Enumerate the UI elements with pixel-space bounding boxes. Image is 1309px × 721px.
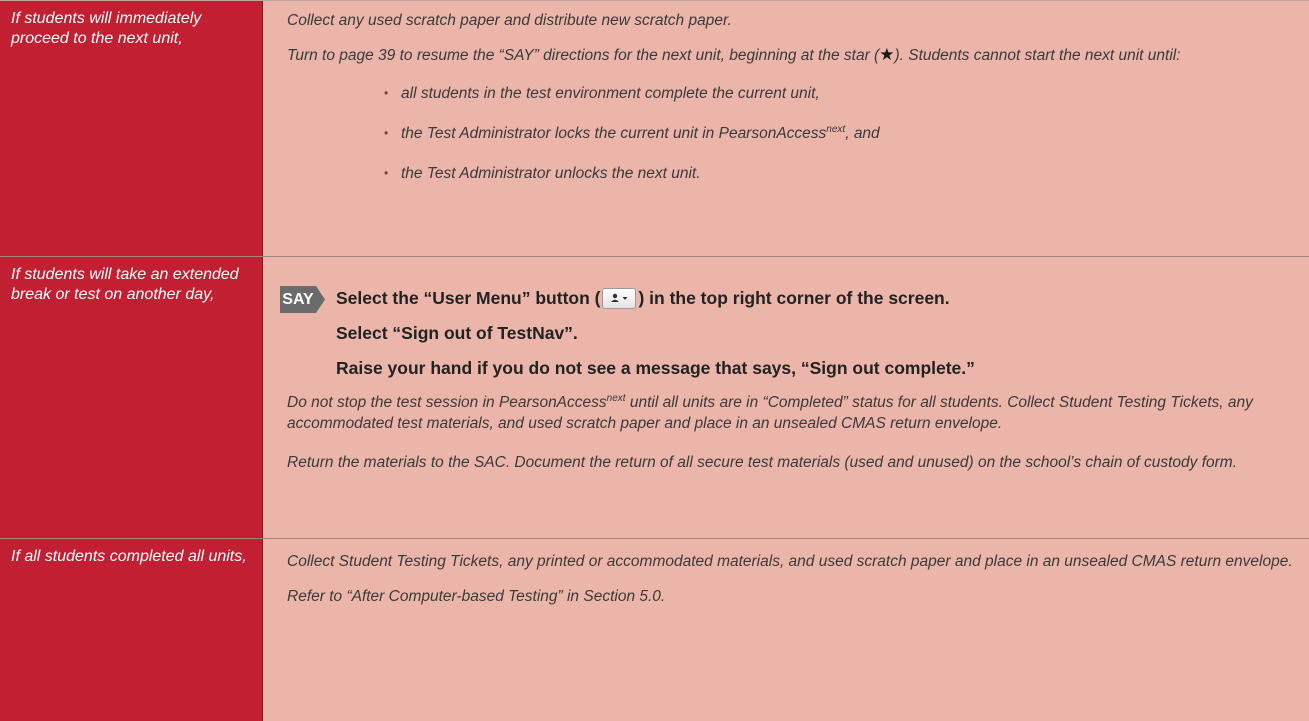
instruction-cell: SAY Select the “User Menu” button () in … xyxy=(263,257,1309,538)
say-block: SAY Select the “User Menu” button () in … xyxy=(280,257,1293,379)
list-item: all students in the test environment com… xyxy=(384,83,1293,104)
list-item: the Test Administrator locks the current… xyxy=(384,123,1293,144)
instruction-paragraph: Do not stop the test session in PearsonA… xyxy=(287,392,1253,432)
condition-cell: If students will immediately proceed to … xyxy=(0,1,263,256)
say-line: Select “Sign out of TestNav”. xyxy=(336,323,578,343)
list-item: the Test Administrator unlocks the next … xyxy=(384,163,1293,184)
instruction-cell: Collect any used scratch paper and distr… xyxy=(263,1,1309,256)
instruction-cell: Collect Student Testing Tickets, any pri… xyxy=(263,539,1309,721)
user-menu-button-icon xyxy=(602,288,637,309)
say-script: Select the “User Menu” button () in the … xyxy=(287,287,1293,379)
star-icon: ★ xyxy=(879,45,895,64)
condition-text: If all students completed all units, xyxy=(11,548,247,565)
condition-cell: If students will take an extended break … xyxy=(0,257,263,538)
say-line: Raise your hand if you do not see a mess… xyxy=(336,358,975,378)
instruction-paragraph: Return the materials to the SAC. Documen… xyxy=(287,454,1238,471)
say-label: SAY xyxy=(282,291,314,308)
procedures-table: If students will immediately proceed to … xyxy=(0,0,1309,721)
instruction-paragraph: Collect Student Testing Tickets, any pri… xyxy=(287,553,1293,570)
condition-text: If students will take an extended break … xyxy=(11,266,239,303)
condition-cell: If all students completed all units, xyxy=(0,539,263,721)
instruction-paragraph: Refer to “After Computer-based Testing” … xyxy=(287,588,666,605)
table-row: If students will take an extended break … xyxy=(0,257,1309,539)
instruction-paragraph: Collect any used scratch paper and distr… xyxy=(287,12,732,29)
table-row: If all students completed all units, Col… xyxy=(0,539,1309,721)
condition-text: If students will immediately proceed to … xyxy=(11,10,202,47)
instruction-paragraph: Turn to page 39 to resume the “SAY” dire… xyxy=(287,45,1181,64)
say-badge: SAY xyxy=(280,286,325,313)
say-line: Select the “User Menu” button () in the … xyxy=(336,288,950,309)
bullet-list: all students in the test environment com… xyxy=(287,83,1293,184)
table-row: If students will immediately proceed to … xyxy=(0,1,1309,257)
